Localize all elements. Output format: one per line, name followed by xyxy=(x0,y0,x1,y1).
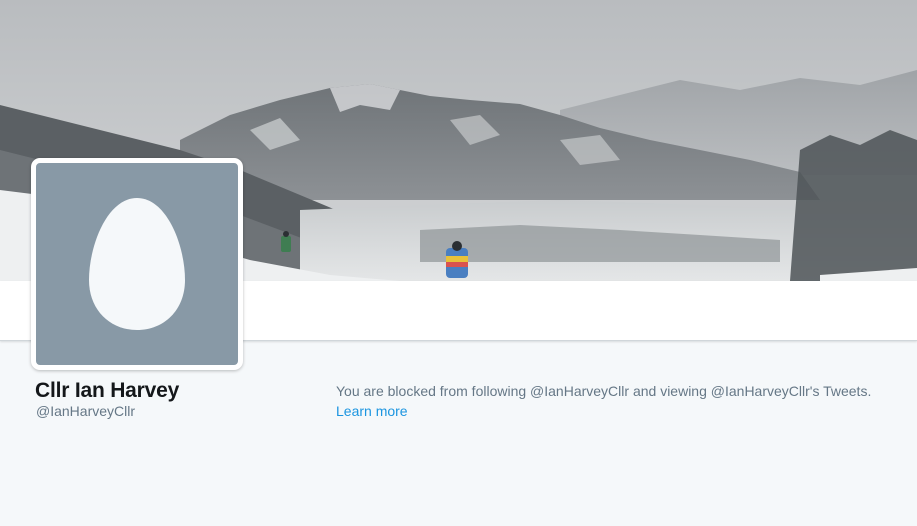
profile-name[interactable]: Cllr Ian Harvey xyxy=(35,379,179,403)
blocked-message-text: You are blocked from following @IanHarve… xyxy=(336,383,872,399)
profile-page: Cllr Ian Harvey @IanHarveyCllr You are b… xyxy=(0,0,917,526)
profile-avatar[interactable] xyxy=(31,158,243,370)
learn-more-link[interactable]: Learn more xyxy=(336,403,408,419)
default-egg-icon xyxy=(89,198,185,330)
blocked-message: You are blocked from following @IanHarve… xyxy=(336,381,911,421)
profile-handle[interactable]: @IanHarveyCllr xyxy=(36,403,135,419)
